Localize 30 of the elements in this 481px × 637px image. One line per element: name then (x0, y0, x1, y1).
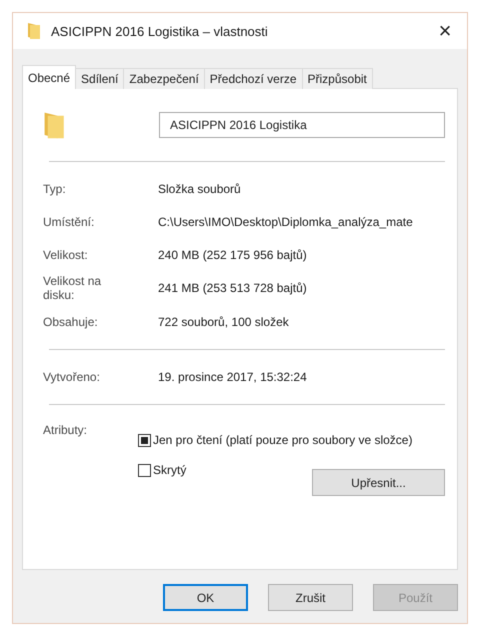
property-value: C:\Users\IMO\Desktop\Diplomka_analýza_mate (158, 214, 413, 228)
folder-icon (43, 110, 66, 140)
property-label: Velikost na disku: (43, 274, 102, 302)
property-value: 241 MB (253 513 728 bajtů) (158, 281, 307, 295)
checkbox[interactable] (138, 464, 151, 476)
property-value: Složka souborů (158, 182, 241, 196)
property-value: 19. prosince 2017, 15:32:24 (158, 370, 307, 384)
tab[interactable]: Přizpůsobit (302, 68, 373, 89)
property-value: 240 MB (252 175 956 bajtů) (158, 248, 307, 262)
property-label: Typ: (43, 182, 66, 196)
property-label: Obsahuje: (43, 314, 98, 328)
tab[interactable]: Zabezpečení (123, 68, 205, 89)
tab[interactable]: Předchozí verze (204, 68, 302, 89)
attributes-label: Atributy: (43, 423, 88, 439)
property-value: 722 souborů, 100 složek (158, 314, 289, 328)
property-label: Velikost: (43, 248, 88, 262)
checkbox[interactable] (138, 434, 151, 446)
window-title: ASICIPPN 2016 Logistika – vlastnosti (51, 24, 269, 38)
advanced-button[interactable]: Upřesnit... (312, 469, 445, 496)
name-field[interactable]: ASICIPPN 2016 Logistika (159, 112, 445, 138)
checkbox-label: Jen pro čtení (platí pouze pro soubory ve složce) (153, 433, 412, 447)
close-button[interactable]: × (423, 13, 467, 49)
property-label: Umístění: (43, 214, 94, 228)
checkbox-label: Skrytý (153, 463, 186, 477)
property-label: Vytvořeno: (43, 370, 100, 384)
dialog-button[interactable]: OK (163, 584, 248, 611)
tab[interactable]: Sdílení (75, 68, 124, 89)
tab[interactable]: Obecné (22, 65, 76, 89)
folder-icon (27, 22, 41, 40)
dialog-button[interactable]: Zrušit (268, 584, 353, 611)
